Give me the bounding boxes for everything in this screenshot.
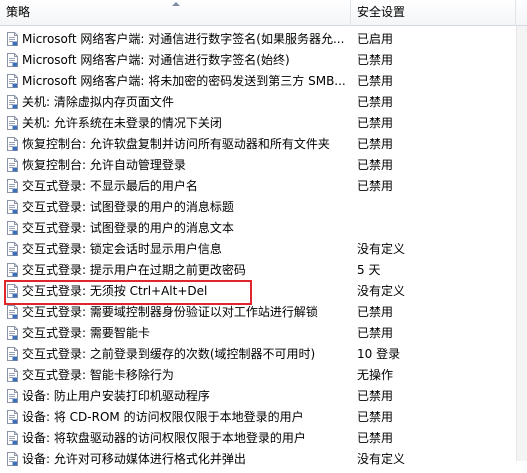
policy-name: 交互式登录: 无须按 Ctrl+Alt+Del bbox=[22, 284, 208, 298]
policy-document-icon bbox=[6, 116, 19, 130]
policy-name: 交互式登录: 不显示最后的用户名 bbox=[22, 179, 198, 193]
security-setting-value: 5 天 bbox=[357, 263, 381, 277]
table-row[interactable]: Microsoft 网络客户端: 将未加密的密码发送到第三方 SMB... 已禁用 bbox=[0, 71, 516, 92]
policy-document-icon bbox=[6, 284, 19, 298]
table-row[interactable]: 设备: 允许对可移动媒体进行格式化并弹出 没有定义 bbox=[0, 449, 516, 470]
table-row[interactable]: 设备: 防止用户安装打印机驱动程序 已禁用 bbox=[0, 386, 516, 407]
column-header: 策略 安全设置 bbox=[0, 0, 527, 26]
policy-name: 设备: 允许对可移动媒体进行格式化并弹出 bbox=[22, 452, 246, 466]
table-row[interactable]: 交互式登录: 需要域控制器身份验证以对工作站进行解锁 已禁用 bbox=[0, 302, 516, 323]
policy-name: 交互式登录: 之前登录到缓存的次数(域控制器不可用时) bbox=[22, 347, 316, 361]
table-row[interactable]: 交互式登录: 提示用户在过期之前更改密码 5 天 bbox=[0, 260, 516, 281]
policy-document-icon bbox=[6, 326, 19, 340]
security-setting-value: 已禁用 bbox=[357, 326, 394, 340]
policy-document-icon bbox=[6, 137, 19, 151]
table-row[interactable]: 关机: 清除虚拟内存页面文件 已禁用 bbox=[0, 92, 516, 113]
policy-name: 关机: 清除虚拟内存页面文件 bbox=[22, 95, 174, 109]
policy-name: 恢复控制台: 允许软盘复制并访问所有驱动器和所有文件夹 bbox=[22, 137, 330, 151]
policy-name: 设备: 将 CD-ROM 的访问权限仅限于本地登录的用户 bbox=[22, 410, 304, 424]
security-setting-value: 没有定义 bbox=[357, 452, 406, 466]
policy-name: 恢复控制台: 允许自动管理登录 bbox=[22, 158, 186, 172]
policy-name: 交互式登录: 智能卡移除行为 bbox=[22, 368, 174, 382]
vertical-scrollbar[interactable] bbox=[516, 26, 527, 461]
sort-ascending-icon bbox=[172, 2, 180, 6]
table-row[interactable]: 关机: 允许系统在未登录的情况下关闭 已禁用 bbox=[0, 113, 516, 134]
security-setting-value: 已禁用 bbox=[357, 179, 394, 193]
policy-name: 交互式登录: 试图登录的用户的消息标题 bbox=[22, 200, 234, 214]
security-setting-value: 已禁用 bbox=[357, 95, 394, 109]
security-setting-value: 已禁用 bbox=[357, 305, 394, 319]
table-row[interactable]: 交互式登录: 不显示最后的用户名 已禁用 bbox=[0, 176, 516, 197]
policy-list: Microsoft 网络客户端: 对通信进行数字签名(如果服务器允... 已启用 M… bbox=[0, 29, 516, 470]
security-setting-value: 已禁用 bbox=[357, 116, 394, 130]
table-row[interactable]: 交互式登录: 锁定会话时显示用户信息 没有定义 bbox=[0, 239, 516, 260]
security-setting-value: 已禁用 bbox=[357, 53, 394, 67]
policy-document-icon bbox=[6, 74, 19, 88]
table-row[interactable]: 交互式登录: 无须按 Ctrl+Alt+Del 没有定义 bbox=[0, 281, 516, 302]
policy-document-icon bbox=[6, 32, 19, 46]
policy-document-icon bbox=[6, 368, 19, 382]
policy-name: 交互式登录: 提示用户在过期之前更改密码 bbox=[22, 263, 246, 277]
policy-name: Microsoft 网络客户端: 将未加密的密码发送到第三方 SMB... bbox=[22, 74, 346, 88]
security-setting-value: 没有定义 bbox=[357, 242, 406, 256]
policy-name: 设备: 将软盘驱动器的访问权限仅限于本地登录的用户 bbox=[22, 431, 306, 445]
security-setting-value: 已禁用 bbox=[357, 137, 394, 151]
policy-document-icon bbox=[6, 95, 19, 109]
security-setting-value: 已禁用 bbox=[357, 431, 394, 445]
policy-document-icon bbox=[6, 242, 19, 256]
policy-document-icon bbox=[6, 305, 19, 319]
column-header-setting-label: 安全设置 bbox=[357, 5, 406, 19]
table-row[interactable]: 恢复控制台: 允许自动管理登录 已禁用 bbox=[0, 155, 516, 176]
table-row[interactable]: 交互式登录: 试图登录的用户的消息文本 bbox=[0, 218, 516, 239]
policy-name: 交互式登录: 需要智能卡 bbox=[22, 326, 150, 340]
policy-document-icon bbox=[6, 200, 19, 214]
security-setting-value: 已启用 bbox=[357, 32, 394, 46]
policy-document-icon bbox=[6, 452, 19, 466]
security-setting-value: 10 登录 bbox=[357, 347, 401, 361]
policy-document-icon bbox=[6, 431, 19, 445]
policy-document-icon bbox=[6, 410, 19, 424]
table-row[interactable]: Microsoft 网络客户端: 对通信进行数字签名(如果服务器允... 已启用 bbox=[0, 29, 516, 50]
security-setting-value: 已禁用 bbox=[357, 74, 394, 88]
policy-document-icon bbox=[6, 347, 19, 361]
table-row[interactable]: 交互式登录: 智能卡移除行为 无操作 bbox=[0, 365, 516, 386]
policy-document-icon bbox=[6, 53, 19, 67]
security-setting-value: 已禁用 bbox=[357, 389, 394, 403]
security-setting-value: 无操作 bbox=[357, 368, 394, 382]
security-setting-value: 已禁用 bbox=[357, 410, 394, 424]
table-row[interactable]: 交互式登录: 需要智能卡 已禁用 bbox=[0, 323, 516, 344]
table-row[interactable]: 恢复控制台: 允许软盘复制并访问所有驱动器和所有文件夹 已禁用 bbox=[0, 134, 516, 155]
policy-name: 设备: 防止用户安装打印机驱动程序 bbox=[22, 389, 210, 403]
policy-name: 交互式登录: 需要域控制器身份验证以对工作站进行解锁 bbox=[22, 305, 318, 319]
table-row[interactable]: 设备: 将 CD-ROM 的访问权限仅限于本地登录的用户 已禁用 bbox=[0, 407, 516, 428]
table-row[interactable]: 交互式登录: 之前登录到缓存的次数(域控制器不可用时) 10 登录 bbox=[0, 344, 516, 365]
security-setting-value: 已禁用 bbox=[357, 158, 394, 172]
table-row[interactable]: 交互式登录: 试图登录的用户的消息标题 bbox=[0, 197, 516, 218]
column-header-policy[interactable]: 策略 bbox=[0, 0, 351, 26]
policy-document-icon bbox=[6, 389, 19, 403]
policy-name: 交互式登录: 锁定会话时显示用户信息 bbox=[22, 242, 222, 256]
policy-name: Microsoft 网络客户端: 对通信进行数字签名(如果服务器允... bbox=[22, 32, 345, 46]
policy-document-icon bbox=[6, 158, 19, 172]
table-row[interactable]: 设备: 将软盘驱动器的访问权限仅限于本地登录的用户 已禁用 bbox=[0, 428, 516, 449]
policy-document-icon bbox=[6, 179, 19, 193]
policy-name: 关机: 允许系统在未登录的情况下关闭 bbox=[22, 116, 222, 130]
table-row[interactable]: Microsoft 网络客户端: 对通信进行数字签名(始终) 已禁用 bbox=[0, 50, 516, 71]
security-setting-value: 没有定义 bbox=[357, 284, 406, 298]
column-header-policy-label: 策略 bbox=[6, 5, 31, 19]
policy-document-icon bbox=[6, 221, 19, 235]
column-header-setting[interactable]: 安全设置 bbox=[351, 0, 516, 26]
policy-name: Microsoft 网络客户端: 对通信进行数字签名(始终) bbox=[22, 53, 290, 67]
policy-name: 交互式登录: 试图登录的用户的消息文本 bbox=[22, 221, 234, 235]
policy-document-icon bbox=[6, 263, 19, 277]
